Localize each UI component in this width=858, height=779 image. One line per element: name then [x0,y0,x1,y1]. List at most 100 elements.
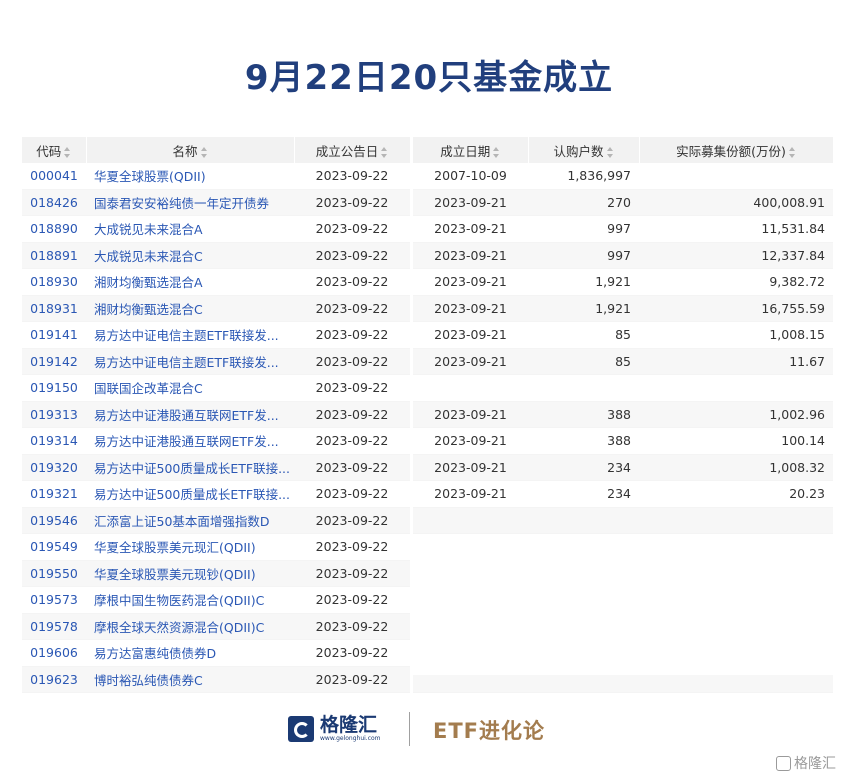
table-cell[interactable]: 大成锐见未来混合A [86,215,294,243]
table-cell: 400,008.91 [639,189,833,216]
table-cell: 388 [528,427,639,455]
table-row: 2023-09-21 1,921 9,382.72 [413,268,833,296]
table-cell[interactable]: 019150 [22,374,86,402]
table-cell[interactable]: 华夏全球股票(QDII) [86,163,294,190]
table-row: 2023-09-21 1,921 16,755.59 [413,295,833,322]
table-cell[interactable]: 019141 [22,321,86,349]
table-cell: 2023-09-22 [294,560,410,587]
table-cell[interactable]: 019623 [22,666,86,693]
table-cell[interactable]: 019142 [22,348,86,375]
table-cell: 11,531.84 [639,215,833,243]
table-row: 019141 易方达中证电信主题ETF联接发... 2023-09-22 [22,321,410,349]
table-cell[interactable]: 易方达中证港股通互联网ETF发... [86,401,294,428]
table-cell[interactable]: 018426 [22,189,86,216]
watermark: 格隆汇 [776,753,836,773]
table-cell: 9,382.72 [639,268,833,296]
table-cell[interactable]: 易方达中证500质量成长ETF联接... [86,454,294,481]
table-cell[interactable]: 摩根全球天然资源混合(QDII)C [86,613,294,640]
table-header-row: 代码 名称 成立公告日 [22,137,411,163]
table-cell[interactable]: 易方达中证港股通互联网ETF发... [86,427,294,455]
table-cell: 85 [528,321,639,349]
table-row: 2023-09-21 234 1,008.32 [413,454,833,481]
sort-icon[interactable] [493,146,500,158]
table-cell[interactable]: 000041 [22,163,86,190]
table-cell: 2023-09-21 [413,189,528,216]
table-cell: 2023-09-22 [294,295,410,322]
table-cell [413,374,528,402]
table-row: 019314 易方达中证港股通互联网ETF发... 2023-09-22 [22,427,410,455]
table-row: 018890 大成锐见未来混合A 2023-09-22 [22,215,410,243]
table-cell: 1,002.96 [639,401,833,428]
table-cell[interactable]: 摩根中国生物医药混合(QDII)C [86,586,294,614]
col-header-name[interactable]: 名称 [86,137,295,163]
table-cell[interactable]: 019320 [22,454,86,481]
table-row: 019320 易方达中证500质量成长ETF联接... 2023-09-22 [22,454,410,481]
col-header-setup-date[interactable]: 成立日期 [413,137,529,163]
table-cell[interactable]: 易方达中证电信主题ETF联接发... [86,348,294,375]
table-cell: 1,836,997 [528,163,639,190]
table-cell[interactable]: 华夏全球股票美元现汇(QDII) [86,533,294,561]
table-cell: 100.14 [639,427,833,455]
table-row: 2007-10-09 1,836,997 [413,163,833,190]
table-cell [528,374,639,402]
page-title: 9月22日20只基金成立 [244,58,614,98]
table-cell[interactable]: 易方达中证电信主题ETF联接发... [86,321,294,349]
table-cell[interactable]: 018931 [22,295,86,322]
table-row: 2023-09-21 997 11,531.84 [413,215,833,243]
table-cell[interactable]: 易方达富惠纯债债券D [86,639,294,667]
sort-icon[interactable] [788,146,796,158]
sort-icon[interactable] [606,146,614,158]
table-cell: 2023-09-21 [413,268,528,296]
table-cell[interactable]: 019606 [22,639,86,667]
table-cell[interactable]: 湘财均衡甄选混合C [86,295,294,322]
table-cell[interactable]: 华夏全球股票美元现钞(QDII) [86,560,294,587]
table-cell[interactable]: 易方达中证500质量成长ETF联接... [86,480,294,508]
blank-area [413,545,833,675]
table-cell[interactable]: 大成锐见未来混合C [86,242,294,269]
table-cell[interactable]: 019578 [22,613,86,640]
table-cell: 1,008.15 [639,321,833,349]
sort-icon[interactable] [64,146,71,158]
table-cell[interactable]: 019550 [22,560,86,587]
table-row: 019150 国联国企改革混合C 2023-09-22 [22,374,410,402]
table-cell[interactable]: 国联国企改革混合C [86,374,294,402]
table-cell: 997 [528,215,639,243]
table-row: 000041 华夏全球股票(QDII) 2023-09-22 [22,163,410,190]
table-cell: 2023-09-21 [413,242,528,269]
table-header-row: 成立日期 认购户数 实际募集份额(万份) [413,137,834,163]
table-cell [528,507,639,534]
table-cell[interactable]: 018890 [22,215,86,243]
table-row: 019546 汇添富上证50基本面增强指数D 2023-09-22 [22,507,410,534]
col-header-announce-date[interactable]: 成立公告日 [294,137,411,163]
table-cell[interactable]: 019314 [22,427,86,455]
table-cell[interactable]: 019573 [22,586,86,614]
table-cell[interactable]: 019321 [22,480,86,508]
table-cell: 2023-09-21 [413,295,528,322]
table-cell[interactable]: 018891 [22,242,86,269]
table-row: 2023-09-21 388 100.14 [413,427,833,455]
table-cell[interactable]: 019549 [22,533,86,561]
col-header-subscribers[interactable]: 认购户数 [528,137,640,163]
table-row: 2023-09-21 85 11.67 [413,348,833,375]
table-cell[interactable]: 019546 [22,507,86,534]
table-cell[interactable]: 019313 [22,401,86,428]
table-cell: 1,008.32 [639,454,833,481]
table-cell: 1,921 [528,295,639,322]
table-cell[interactable]: 湘财均衡甄选混合A [86,268,294,296]
sort-icon[interactable] [200,146,208,158]
table-cell[interactable]: 博时裕弘纯债债券C [86,666,294,693]
table-cell[interactable]: 国泰君安安裕纯债一年定开债券 [86,189,294,216]
table-cell [639,507,833,534]
table-cell[interactable]: 汇添富上证50基本面增强指数D [86,507,294,534]
sort-icon[interactable] [381,146,388,158]
col-header-code[interactable]: 代码 [22,137,87,163]
table-cell: 1,921 [528,268,639,296]
table-cell: 2023-09-22 [294,242,410,269]
table-row: 018931 湘财均衡甄选混合C 2023-09-22 [22,295,410,322]
table-row: 019142 易方达中证电信主题ETF联接发... 2023-09-22 [22,348,410,375]
table-cell: 2023-09-22 [294,613,410,640]
table-row: 2023-09-21 997 12,337.84 [413,242,833,269]
table-cell[interactable]: 018930 [22,268,86,296]
table-row: 2023-09-21 388 1,002.96 [413,401,833,428]
col-header-raised-shares[interactable]: 实际募集份额(万份) [639,137,834,163]
